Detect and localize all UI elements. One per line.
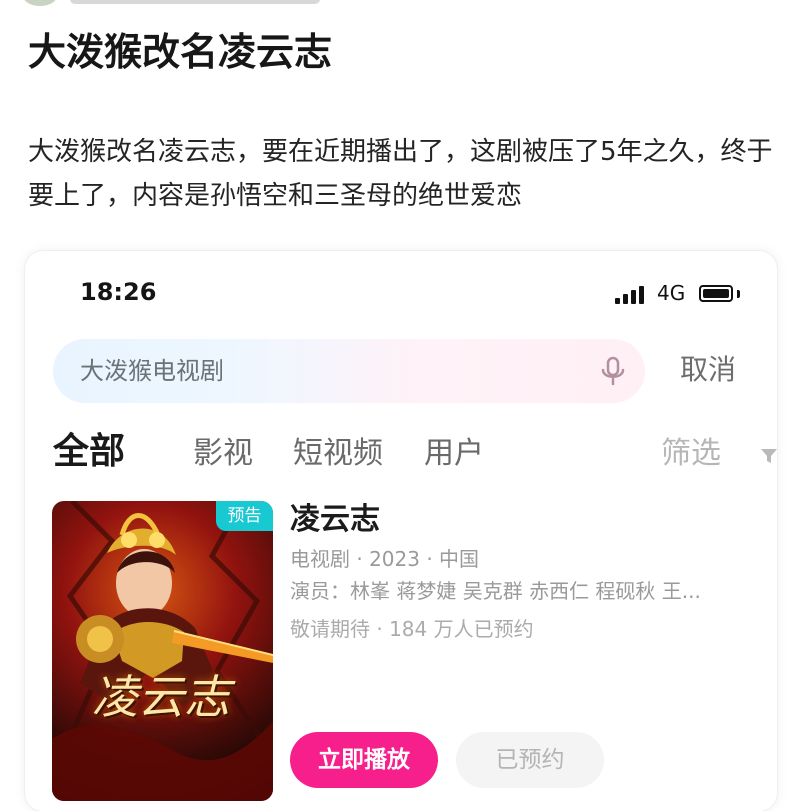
article-title: 大泼猴改名凌云志 — [28, 30, 333, 74]
search-query: 大泼猴电视剧 — [80, 357, 224, 385]
trailer-badge: 预告 — [216, 501, 273, 531]
signal-bars-icon — [615, 284, 649, 304]
result-meta: 电视剧 · 2023 · 中国 — [290, 547, 480, 571]
phone-screenshot-card: 18:26 4G 大泼猴电视剧 取消 全部 影视 短视频 用户 筛选 预告 凌云… — [25, 251, 777, 811]
tab-short-video[interactable]: 短视频 — [293, 434, 383, 474]
article-summary: 大泼猴改名凌云志，要在近期播出了，这剧被压了5年之久，终于要上了，内容是孙悟空和… — [28, 137, 773, 211]
cancel-button[interactable]: 取消 — [680, 352, 736, 388]
result-title[interactable]: 凌云志 — [290, 500, 380, 540]
status-time: 18:26 — [80, 278, 157, 306]
poster-image[interactable]: 预告 凌云志 — [52, 501, 273, 801]
poster-artwork — [52, 501, 273, 801]
play-now-button[interactable]: 立即播放 — [290, 732, 438, 788]
tab-all[interactable]: 全部 — [53, 429, 125, 475]
network-type: 4G — [657, 281, 686, 305]
tab-users[interactable]: 用户 — [424, 434, 484, 474]
author-name-placeholder — [70, 0, 320, 4]
battery-fill — [703, 289, 729, 298]
reserved-button[interactable]: 已预约 — [456, 732, 604, 788]
battery-cap — [737, 290, 740, 298]
filter-button[interactable]: 筛选 — [661, 434, 721, 474]
poster-title: 凌云志 — [92, 670, 230, 724]
result-status: 敬请期待 · 184 万人已预约 — [290, 617, 534, 641]
result-cast: 演员：林峯 蒋梦婕 吴克群 赤西仁 程砚秋 王... — [290, 579, 701, 603]
microphone-icon[interactable] — [595, 353, 631, 389]
search-input[interactable]: 大泼猴电视剧 — [53, 339, 645, 403]
filter-icon[interactable] — [760, 447, 777, 465]
battery-icon — [699, 285, 733, 302]
tab-film-tv[interactable]: 影视 — [193, 434, 253, 474]
author-avatar — [22, 0, 58, 6]
search-tabs: 全部 影视 短视频 用户 筛选 — [53, 429, 777, 477]
